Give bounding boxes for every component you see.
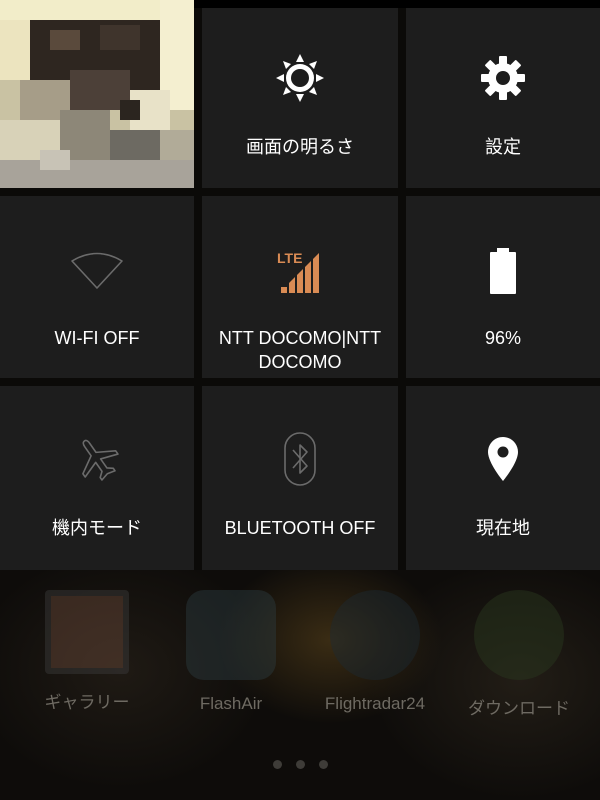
lte-signal-icon: LTE (202, 196, 398, 346)
app-label: Flightradar24 (324, 694, 426, 713)
download-icon (474, 590, 564, 680)
user-avatar[interactable] (0, 0, 194, 188)
app-label: FlashAir (199, 694, 263, 713)
gear-icon (406, 8, 600, 148)
location-pin-icon (406, 386, 600, 532)
airplane-label: 機内モード (52, 518, 142, 538)
radar-icon (330, 590, 420, 680)
gallery-icon (45, 590, 129, 674)
tile-brightness[interactable]: 画面の明るさ (202, 8, 398, 188)
tile-mobile-data[interactable]: LTE NTT DOCOMO|NTT DOCOMO (202, 196, 398, 378)
pixelated-photo (0, 0, 194, 188)
settings-label: 設定 (485, 137, 521, 157)
location-label: 現在地 (476, 518, 530, 538)
flashair-icon (186, 590, 276, 680)
home-screen: ギャラリー FlashAir Flightradar24 ダウンロード (0, 570, 600, 800)
app-download[interactable]: ダウンロード (464, 590, 574, 719)
battery-label: 96% (484, 328, 522, 348)
bluetooth-label: BLUETOOTH OFF (224, 518, 376, 538)
app-gallery[interactable]: ギャラリー (32, 590, 142, 713)
brightness-icon (202, 8, 398, 148)
app-label: ギャラリー (44, 693, 130, 712)
wifi-icon (0, 196, 194, 346)
wifi-label: WI-FI OFF (54, 328, 140, 348)
tile-airplane-mode[interactable]: 機内モード (0, 386, 194, 570)
tile-bluetooth[interactable]: BLUETOOTH OFF (202, 386, 398, 570)
app-flightradar[interactable]: Flightradar24 (320, 590, 430, 714)
carrier-label: NTT DOCOMO|NTT DOCOMO (218, 328, 382, 372)
app-label: ダウンロード (468, 699, 570, 718)
brightness-label: 画面の明るさ (246, 137, 354, 157)
bluetooth-icon (202, 386, 398, 532)
tile-settings[interactable]: 設定 (406, 8, 600, 188)
lte-text: LTE (277, 250, 302, 266)
app-flashair[interactable]: FlashAir (176, 590, 286, 714)
tile-location[interactable]: 現在地 (406, 386, 600, 570)
page-indicator (0, 756, 600, 774)
tile-battery[interactable]: 96% (406, 196, 600, 378)
airplane-icon (0, 386, 194, 532)
tile-wifi[interactable]: WI-FI OFF (0, 196, 194, 378)
battery-icon (406, 196, 600, 346)
